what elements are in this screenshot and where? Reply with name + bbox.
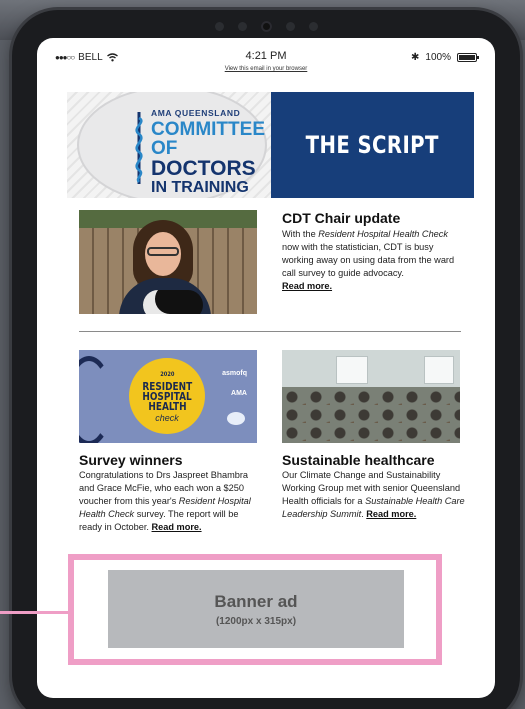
view-in-browser-link[interactable]: View this email in your browser: [37, 66, 495, 72]
org-line-2: DOCTORS: [151, 157, 256, 180]
survey-year: 2020: [159, 370, 175, 378]
camera-bar: [12, 16, 520, 36]
battery-icon: [457, 53, 479, 62]
ama-logo: AMA: [231, 390, 247, 397]
sensor-dot: [308, 21, 318, 31]
camera-lens-icon: [260, 20, 272, 32]
org-line-3: IN TRAINING: [151, 179, 249, 196]
header-title-panel: THE SCRIPT: [271, 92, 474, 198]
org-small: AMA QUEENSLAND: [151, 108, 241, 118]
article-title-chair[interactable]: CDT Chair update: [282, 210, 400, 226]
bluetooth-icon: ✱: [411, 52, 420, 63]
dog: [143, 290, 203, 314]
glasses: [147, 247, 179, 256]
survey-script: check: [155, 412, 179, 423]
article-title-sustainable[interactable]: Sustainable healthcare: [282, 452, 435, 468]
survey-image[interactable]: 2020 RESIDENT HOSPITAL HEALTH check asmo…: [79, 350, 257, 443]
body-text: With the: [282, 229, 319, 239]
sensor-dot: [214, 21, 224, 31]
presentation-screen: [424, 356, 454, 384]
sensor-dot: [237, 21, 247, 31]
org-line-1: COMMITTEE OF: [151, 119, 265, 159]
banner-ad-title: Banner ad: [214, 591, 298, 611]
article-body-sustainable: Our Climate Change and Sustainability Wo…: [282, 469, 467, 521]
banner-ad-frame: Banner ad (1200px x 315px): [68, 554, 442, 665]
body-text: now with the statistician, CDT is busy w…: [282, 242, 455, 278]
callout-line: [0, 611, 70, 614]
stethoscope-icon: [79, 356, 113, 443]
article-title-survey[interactable]: Survey winners: [79, 452, 183, 468]
section-divider: [79, 331, 461, 332]
survey-line-3: HEALTH: [147, 400, 187, 413]
status-right: ✱ 100%: [411, 52, 479, 63]
survey-logo: 2020 RESIDENT HOSPITAL HEALTH check: [129, 358, 205, 434]
battery-fill: [459, 55, 475, 60]
sensor-dot: [285, 21, 295, 31]
newsletter-title: THE SCRIPT: [305, 131, 440, 159]
presentation-screen: [336, 356, 368, 384]
chair-photo[interactable]: [79, 210, 257, 314]
read-more-link[interactable]: Read more.: [152, 522, 202, 532]
article-body-chair: With the Resident Hospital Health Check …: [282, 228, 467, 293]
read-more-link[interactable]: Read more.: [366, 509, 416, 519]
read-more-link[interactable]: Read more.: [282, 281, 332, 291]
asmofq-logo: asmofq: [222, 370, 247, 377]
newsletter-header: AMA QUEENSLAND COMMITTEE OF DOCTORS IN T…: [67, 92, 474, 198]
body-italic: Resident Hospital Health Check: [318, 229, 448, 239]
header-org-text: AMA QUEENSLAND COMMITTEE OF DOCTORS IN T…: [151, 108, 271, 197]
caduceus-icon: [135, 112, 143, 184]
audience: [282, 387, 460, 443]
battery-percent: 100%: [425, 52, 451, 63]
banner-ad-size: (1200px x 315px): [215, 615, 297, 627]
article-body-survey: Congratulations to Drs Jaspreet Bhambra …: [79, 469, 264, 534]
header-logo-panel: AMA QUEENSLAND COMMITTEE OF DOCTORS IN T…: [67, 92, 271, 198]
badge-icon: [227, 412, 245, 425]
status-bar: ●●●○○ BELL 4:21 PM View this email in yo…: [37, 38, 495, 78]
summit-photo[interactable]: [282, 350, 460, 443]
banner-ad[interactable]: Banner ad (1200px x 315px): [108, 570, 404, 648]
